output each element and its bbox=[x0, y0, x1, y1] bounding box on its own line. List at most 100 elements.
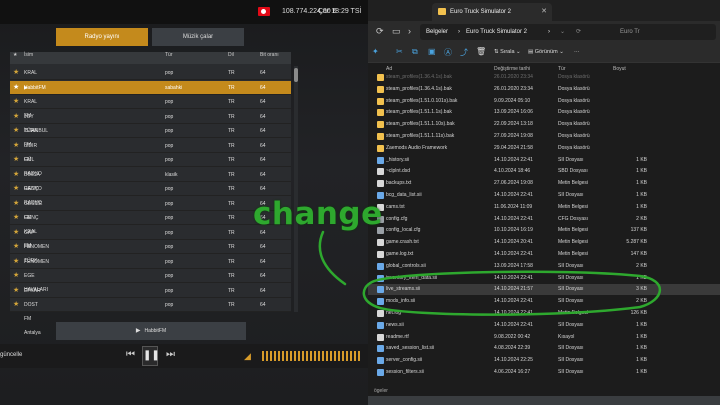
file-row[interactable]: steam_profiles(1.51.1.10s).bak 22.09.2024… bbox=[368, 119, 720, 130]
star-icon[interactable]: ★ bbox=[13, 255, 19, 269]
station-row[interactable]: ★ GENÇ KRAL FM pop TR 64 bbox=[10, 211, 291, 249]
station-row[interactable]: ★ ▶ HabbitFM sabahki TR 64 bbox=[10, 80, 291, 95]
close-tab-icon[interactable]: ✕ bbox=[541, 3, 547, 21]
star-icon[interactable]: ★ bbox=[13, 168, 19, 182]
column-genre[interactable]: Tür bbox=[165, 52, 173, 58]
file-type: Metin Belgesi bbox=[558, 251, 589, 257]
star-icon[interactable]: ★ bbox=[13, 211, 19, 225]
address-bar[interactable]: Belgeler › Euro Truck Simulator 2 › ⌄ ⟳ … bbox=[420, 24, 716, 40]
star-icon[interactable]: ★ bbox=[13, 81, 19, 95]
file-row[interactable]: steam_profiles(1.51.0.101s).bak 9.09.2024… bbox=[368, 96, 720, 107]
cut-icon[interactable]: ✂ bbox=[396, 47, 403, 56]
star-icon[interactable]: ★ bbox=[13, 298, 19, 312]
pause-button[interactable]: ❚❚ bbox=[142, 346, 160, 366]
file-name: _history.sii bbox=[386, 156, 410, 163]
station-row[interactable]: ★ KRAL FM pop TR 64 bbox=[10, 95, 291, 119]
file-row[interactable]: Zaemods Audio Framework 29.04.2024 21:58 D… bbox=[368, 143, 720, 154]
copy-icon[interactable]: ⧉ bbox=[412, 47, 418, 57]
monitor-icon[interactable]: ▭ bbox=[392, 26, 401, 37]
station-row[interactable]: ★ GENÇ RADYO pop TR 64 bbox=[10, 182, 291, 206]
more-options-icon[interactable]: ··· bbox=[574, 49, 580, 55]
file-row[interactable]: steam_profiles(1.51.1.1s).bak 13.09.2024 … bbox=[368, 107, 720, 118]
star-icon[interactable]: ★ bbox=[13, 182, 19, 196]
breadcrumb-documents[interactable]: Belgeler bbox=[426, 24, 448, 40]
station-row[interactable]: ★ GAP FM pop TR 64 bbox=[10, 226, 291, 250]
refresh-icon[interactable]: ⟳ bbox=[376, 26, 384, 37]
paste-icon[interactable]: ▣ bbox=[428, 47, 436, 56]
file-row[interactable]: session_filters.sii 4.06.2024 16:27 SII Do… bbox=[368, 367, 720, 378]
star-icon[interactable]: ★ bbox=[13, 153, 19, 167]
file-row[interactable]: steam_profiles(1.36.4.1s).bak 26.01.2020 … bbox=[368, 72, 720, 83]
star-icon[interactable]: ★ bbox=[13, 240, 19, 254]
file-row[interactable]: ~clplnt.dsd 4.10.2024 18:46 SBD Dosyası 1 K… bbox=[368, 166, 720, 177]
station-row[interactable]: ★ İZDIR FM pop TR 64 bbox=[10, 139, 291, 163]
file-row[interactable]: steam_profiles(1.51.1.11s).bak 27.09.2024… bbox=[368, 131, 720, 142]
tab-radio[interactable]: Radyo yayını bbox=[56, 28, 148, 46]
station-row[interactable]: ★ DOST FM Antalya pop TR 64 bbox=[10, 298, 291, 336]
file-row[interactable]: mods_info.sii 14.10.2024 22:41 SII Dosyası… bbox=[368, 296, 720, 307]
rename-icon[interactable]: Ⓐ bbox=[444, 47, 452, 58]
star-icon[interactable]: ★ bbox=[13, 269, 19, 283]
star-icon[interactable]: ★ bbox=[13, 66, 19, 80]
tab-music-player[interactable]: Müzik çalar bbox=[152, 28, 244, 46]
file-row[interactable]: cams.txt 11.06.2024 11:09 Metin Belgesi 1 K… bbox=[368, 202, 720, 213]
volume-icon[interactable]: ◢ bbox=[244, 351, 251, 362]
file-row[interactable]: global_controls.sii 13.09.2024 17:58 SII D… bbox=[368, 261, 720, 272]
station-row[interactable]: ★ EGE HAVALARI pop TR 64 bbox=[10, 269, 291, 293]
station-row[interactable]: ★KRAL POPpopTR64 bbox=[10, 66, 291, 90]
star-icon[interactable]: ★ bbox=[13, 110, 19, 124]
file-row[interactable]: net.log 14.10.2024 22:41 Metin Belgesi 126 … bbox=[368, 308, 720, 319]
file-row[interactable]: server_config.sii 14.10.2024 22:25 SII Dos… bbox=[368, 355, 720, 366]
chevron-right-icon[interactable]: › bbox=[408, 26, 411, 36]
scrollbar-thumb[interactable] bbox=[294, 68, 298, 82]
now-playing-bar[interactable]: ▶ HabbitFM bbox=[56, 322, 246, 340]
station-row[interactable]: ★ JOY TÜRK pop TR 64 bbox=[10, 110, 291, 134]
station-row[interactable]: ★ GESİZE FM pop TR 64 bbox=[10, 197, 291, 221]
file-row[interactable]: _history.sii 14.10.2024 22:41 SII Dosyası 1… bbox=[368, 155, 720, 166]
file-row[interactable]: game.log.txt 14.10.2024 22:41 Metin Belges… bbox=[368, 249, 720, 260]
star-icon[interactable]: ★ bbox=[13, 139, 19, 153]
star-icon[interactable]: ★ bbox=[13, 284, 19, 298]
new-item-icon[interactable]: ✦ bbox=[372, 47, 379, 56]
delete-icon[interactable]: 🗑 bbox=[476, 47, 486, 56]
address-dropdown-icon[interactable]: ⌄ bbox=[560, 24, 565, 40]
column-name[interactable]: İsim bbox=[24, 52, 33, 58]
station-row[interactable]: ★ FENOMEN pop TR 64 bbox=[10, 255, 291, 269]
station-row[interactable]: ★ GÜL RADYO pop TR 64 bbox=[10, 153, 291, 177]
explorer-tab[interactable]: Euro Truck Simulator 2 ✕ bbox=[432, 3, 552, 21]
star-icon[interactable]: ★ bbox=[13, 226, 19, 240]
file-row[interactable]: game.crash.txt 14.10.2024 20:41 Metin Belg… bbox=[368, 237, 720, 248]
column-language[interactable]: Dil bbox=[228, 52, 234, 58]
station-scrollbar[interactable] bbox=[294, 66, 298, 312]
breadcrumb-current[interactable]: Euro Truck Simulator 2 bbox=[466, 24, 527, 40]
station-row[interactable]: ★ FENOMEN TÜRK pop TR 64 bbox=[10, 240, 291, 264]
file-row[interactable]: bcg_data_list.sii 14.10.2024 22:41 SII Dos… bbox=[368, 190, 720, 201]
refresh-icon[interactable]: ⟳ bbox=[576, 24, 581, 40]
star-icon[interactable]: ★ bbox=[13, 197, 19, 211]
volume-slider[interactable] bbox=[262, 351, 362, 361]
star-icon[interactable]: ★ bbox=[13, 95, 19, 109]
file-row[interactable]: steam_profiles(1.36.4.1s).bak 26.01.2020 … bbox=[368, 84, 720, 95]
update-label[interactable]: güncelle bbox=[0, 352, 22, 358]
file-row[interactable]: inventory_item_data.sii 14.10.2024 22:41 S… bbox=[368, 273, 720, 284]
file-row[interactable]: config_local.cfg 10.10.2024 16:19 Metin Be… bbox=[368, 225, 720, 236]
file-row[interactable]: news.sii 14.10.2024 22:41 SII Dosyası 1 KB bbox=[368, 320, 720, 331]
sort-button[interactable]: ⇅ Sırala ⌄ bbox=[494, 49, 521, 55]
star-icon[interactable]: ★ bbox=[13, 124, 19, 138]
status-bar: ögeler bbox=[368, 386, 720, 396]
search-input[interactable]: Euro Tr bbox=[620, 24, 640, 40]
file-row[interactable]: backups.txt 27.06.2024 19:08 Metin Belgesi… bbox=[368, 178, 720, 189]
station-row[interactable]: ★ DİMSA RADYO klasik TR 64 bbox=[10, 168, 291, 192]
column-bitrate[interactable]: Bit oranı bbox=[260, 52, 279, 58]
previous-icon[interactable]: ⏮ bbox=[126, 349, 135, 360]
share-icon[interactable]: ⤴ bbox=[460, 47, 468, 58]
view-button[interactable]: ▤ Görünüm ⌄ bbox=[528, 49, 564, 55]
file-icon bbox=[377, 239, 384, 247]
file-row[interactable]: live_streams.sii 14.10.2024 21:57 SII Dosy… bbox=[368, 284, 720, 296]
next-icon[interactable]: ⏭ bbox=[166, 349, 175, 360]
station-row[interactable]: ★ EFKAR pop TR 64 bbox=[10, 284, 291, 298]
file-row[interactable]: saved_session_list.sii 4.08.2024 22:39 SII… bbox=[368, 343, 720, 354]
file-row[interactable]: config.cfg 14.10.2024 22:41 CFG Dosyası 2 K… bbox=[368, 214, 720, 225]
file-row[interactable]: readme.rtf 9.08.2022 00:42 Kısayol 1 KB bbox=[368, 332, 720, 343]
station-row[interactable]: ★ İSTANBUL FM pop TR 64 bbox=[10, 124, 291, 148]
